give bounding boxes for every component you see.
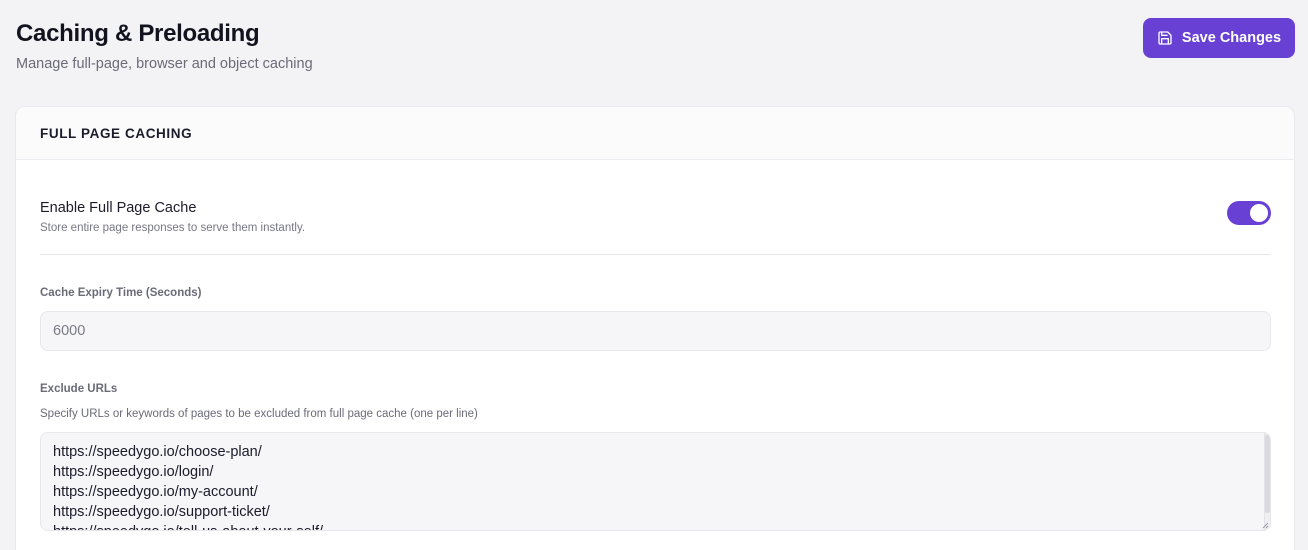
exclude-urls-hint: Specify URLs or keywords of pages to be … [40,408,478,420]
exclude-url-line: https://speedygo.io/support-ticket/ [53,504,270,520]
floppy-disk-icon [1158,31,1172,45]
scrollbar-thumb[interactable] [1265,435,1270,513]
resize-handle-icon[interactable] [1261,521,1269,529]
textarea-scrollbar[interactable] [1264,433,1270,530]
full-page-caching-card: FULL PAGE CACHING Enable Full Page Cache… [15,106,1295,550]
enable-cache-setting: Enable Full Page Cache Store entire page… [40,200,1270,234]
exclude-urls-lines: https://speedygo.io/choose-plan/ https:/… [53,442,323,530]
save-changes-button[interactable]: Save Changes [1143,18,1295,58]
exclude-url-line: https://speedygo.io/my-account/ [53,484,258,500]
cache-expiry-label: Cache Expiry Time (Seconds) [40,287,202,299]
page-title: Caching & Preloading [16,20,260,47]
toggle-knob [1250,204,1268,222]
exclude-urls-textarea[interactable]: https://speedygo.io/choose-plan/ https:/… [40,432,1271,531]
enable-cache-label: Enable Full Page Cache [40,200,197,216]
exclude-url-line: https://speedygo.io/login/ [53,464,214,480]
section-title: FULL PAGE CACHING [40,126,193,141]
page-subtitle: Manage full-page, browser and object cac… [16,56,313,72]
caching-settings-page: Caching & Preloading Manage full-page, b… [0,0,1308,550]
exclude-url-line: https://speedygo.io/tell-us-about-your-s… [53,522,323,530]
enable-cache-description: Store entire page responses to serve the… [40,222,306,234]
enable-cache-toggle[interactable] [1227,201,1271,225]
cache-expiry-input[interactable] [40,311,1271,351]
exclude-url-line: https://speedygo.io/choose-plan/ [53,444,262,460]
divider [40,254,1271,255]
card-header: FULL PAGE CACHING [16,107,1294,160]
exclude-urls-label: Exclude URLs [40,383,118,395]
save-changes-label: Save Changes [1181,30,1282,46]
